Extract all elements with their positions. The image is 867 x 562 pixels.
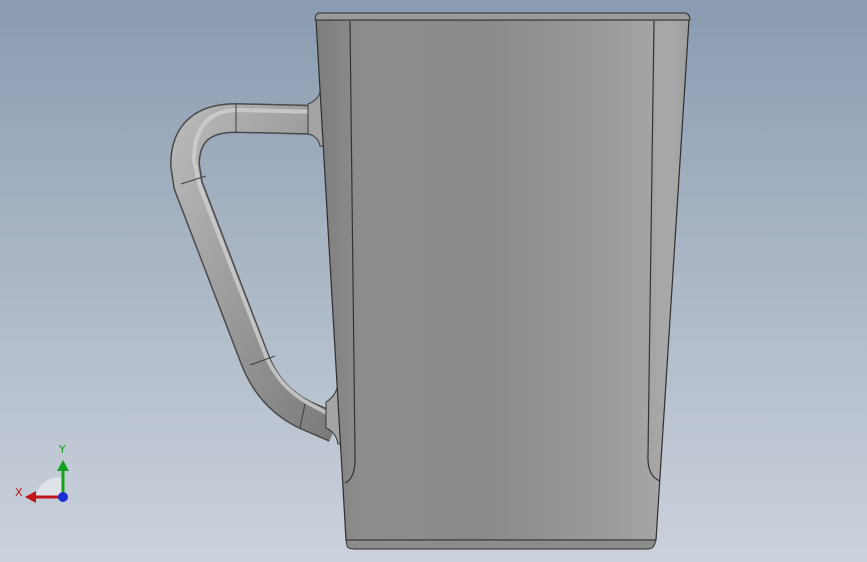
mug-handle[interactable] (170, 91, 345, 445)
mug-model[interactable] (0, 0, 867, 562)
z-axis-dot (58, 492, 68, 502)
x-axis-arrowhead (25, 491, 36, 503)
3d-viewport[interactable]: Y X (0, 0, 867, 562)
x-axis-label: X (15, 486, 23, 499)
mug-body[interactable] (314, 12, 691, 550)
y-axis-label: Y (59, 443, 66, 456)
coordinate-triad (25, 460, 69, 503)
y-axis-arrowhead (57, 460, 69, 471)
